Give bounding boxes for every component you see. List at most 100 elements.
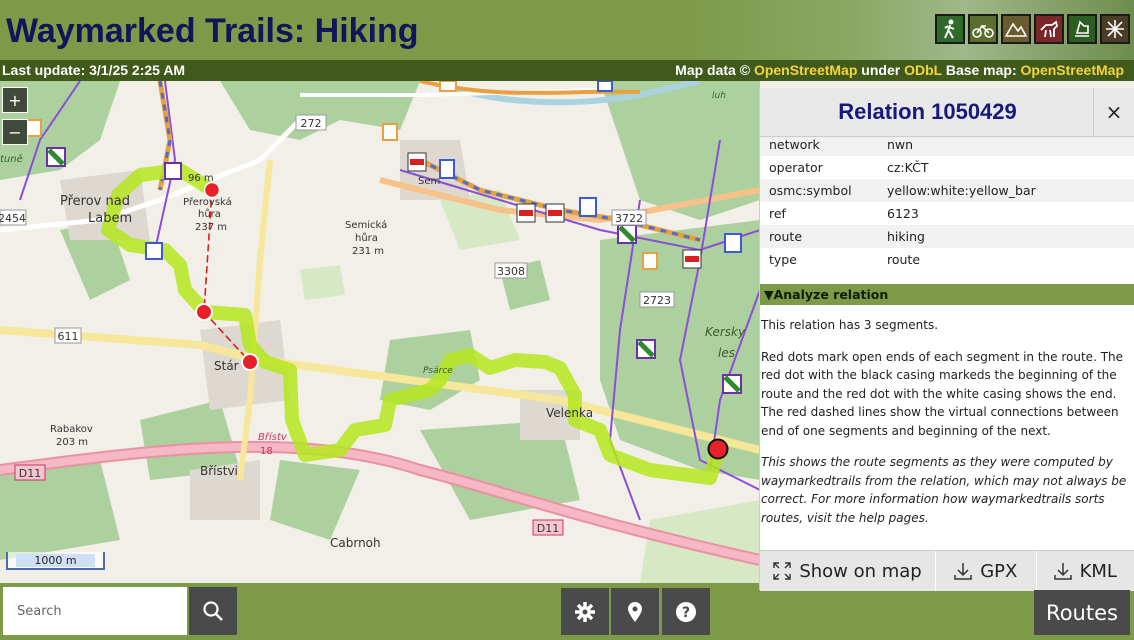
label-prerov: Přerov nad xyxy=(60,194,130,209)
label-237: 237 m xyxy=(195,222,227,233)
tag-row: osmc:symbol yellow:white:yellow_bar xyxy=(760,179,1134,202)
label-96m: 96 m xyxy=(188,173,214,184)
under-label: under xyxy=(861,62,901,78)
tag-key: type xyxy=(769,252,797,267)
label-stary: Stár xyxy=(214,359,239,373)
fullscreen-icon xyxy=(773,562,792,580)
download-icon xyxy=(1053,563,1072,580)
disclaimer-note: This shows the route segments as they we… xyxy=(761,455,1127,525)
route-start-dot xyxy=(707,438,729,460)
tag-value: nwn xyxy=(887,137,914,152)
shield-2454: 2454 xyxy=(0,212,26,225)
forest-areas xyxy=(0,81,760,560)
tag-key: osmc:symbol xyxy=(769,183,852,198)
location-button[interactable] xyxy=(611,588,659,635)
shield-2723: 2723 xyxy=(643,294,671,307)
segment-end-dot xyxy=(195,303,213,321)
download-icon xyxy=(954,563,972,580)
label-hura2: hůra xyxy=(355,232,378,244)
segments-count: This relation has 3 segments. xyxy=(761,318,939,332)
base-map-link[interactable]: OpenStreetMap xyxy=(1021,62,1124,78)
kml-label: KML xyxy=(1079,560,1117,582)
routes-button[interactable]: Routes xyxy=(1034,590,1130,635)
shield-272: 272 xyxy=(301,117,322,130)
skating-icon[interactable] xyxy=(1067,14,1097,44)
tag-key: ref xyxy=(769,206,786,221)
segment-end-dot xyxy=(203,181,221,199)
label-psarce: Psárce xyxy=(423,366,453,376)
tag-value: cz:KČT xyxy=(887,160,929,175)
analysis-text: This relation has 3 segments. Red dots m… xyxy=(760,316,1129,540)
gpx-download-button[interactable]: GPX xyxy=(936,551,1037,591)
tag-row: operator cz:KČT xyxy=(760,156,1134,179)
header: Waymarked Trails: Hiking xyxy=(0,0,1134,60)
search-icon xyxy=(203,601,223,621)
show-on-map-label: Show on map xyxy=(799,560,922,582)
gpx-label: GPX xyxy=(980,560,1018,582)
attribution: Map data © OpenStreetMap under ODbL Base… xyxy=(675,62,1124,78)
search-input[interactable]: Search xyxy=(3,587,187,635)
show-on-map-button[interactable]: Show on map xyxy=(760,551,937,591)
label-rabakov: Rabakov xyxy=(50,424,93,435)
help-button[interactable]: ? xyxy=(662,588,710,635)
label-semicka: Semická xyxy=(345,219,387,231)
scale-label: 1000 m xyxy=(16,554,95,567)
zoom-in-button[interactable]: + xyxy=(2,87,28,113)
shield-d11-a: D11 xyxy=(19,467,41,480)
label-cabrnoh: Cabrnoh xyxy=(330,536,381,550)
tag-value: route xyxy=(887,252,921,267)
gear-icon xyxy=(575,601,595,622)
label-tune: tuně xyxy=(0,153,23,165)
label-231: 231 m xyxy=(352,246,384,257)
shield-3308: 3308 xyxy=(497,265,525,278)
last-update: Last update: 3/1/25 2:25 AM xyxy=(2,62,186,78)
kml-download-button[interactable]: KML xyxy=(1037,551,1134,591)
hiking-icon[interactable] xyxy=(935,14,965,44)
scale-bar: 1000 m xyxy=(6,552,105,570)
tag-key: operator xyxy=(769,160,823,175)
label-luh: luh xyxy=(712,91,726,101)
cycling-icon[interactable] xyxy=(968,14,998,44)
riding-icon[interactable] xyxy=(1034,14,1064,44)
settings-button[interactable] xyxy=(561,588,609,635)
route-type-switcher xyxy=(935,14,1130,44)
label-prerovska: Přerovská xyxy=(183,196,232,208)
tag-key: network xyxy=(769,137,820,152)
map-data-label: Map data © xyxy=(675,62,751,78)
relation-panel: Relation 1050429 × network nwn operator cz… xyxy=(759,88,1134,591)
shield-3722: 3722 xyxy=(615,212,643,225)
search-button[interactable] xyxy=(189,587,237,635)
zoom-out-button[interactable]: − xyxy=(2,119,28,145)
download-bar: Show on map GPX KML xyxy=(760,550,1134,591)
label-bristvi: Břístvi xyxy=(200,464,238,478)
shield-d11-b: D11 xyxy=(537,522,559,535)
tag-value: hiking xyxy=(887,229,925,244)
map-pin-icon xyxy=(628,601,642,622)
label-kersky: Kersky xyxy=(705,325,746,339)
segment-end-dot xyxy=(241,353,259,371)
tag-value: yellow:white:yellow_bar xyxy=(887,183,1036,198)
analyze-relation-toggle[interactable]: ▼Analyze relation xyxy=(760,284,1134,305)
close-button[interactable]: × xyxy=(1093,88,1134,136)
label-velenka: Velenka xyxy=(546,406,593,420)
odbl-link[interactable]: ODbL xyxy=(904,62,942,78)
tag-row: route hiking xyxy=(760,225,1134,248)
label-18: 18 xyxy=(260,446,273,457)
label-hura: hůra xyxy=(198,208,221,220)
label-les: les xyxy=(718,346,735,360)
slopes-icon[interactable] xyxy=(1100,14,1130,44)
mtb-icon[interactable] xyxy=(1001,14,1031,44)
label-labem: Labem xyxy=(88,211,132,226)
osm-link[interactable]: OpenStreetMap xyxy=(754,62,857,78)
tag-key: route xyxy=(769,229,803,244)
panel-title: Relation 1050429 xyxy=(838,99,1017,124)
panel-header: Relation 1050429 × xyxy=(760,88,1134,137)
label-sem: Sem xyxy=(418,176,440,187)
tag-row: type route xyxy=(760,248,1134,271)
base-map-label: Base map: xyxy=(945,62,1017,78)
svg-text:?: ? xyxy=(682,605,690,621)
tag-table: network nwn operator cz:KČT osmc:symbol yel… xyxy=(760,133,1134,271)
info-bar: Last update: 3/1/25 2:25 AM Map data © O… xyxy=(0,60,1134,81)
tag-value: 6123 xyxy=(887,206,919,221)
app-title[interactable]: Waymarked Trails: Hiking xyxy=(6,12,419,51)
